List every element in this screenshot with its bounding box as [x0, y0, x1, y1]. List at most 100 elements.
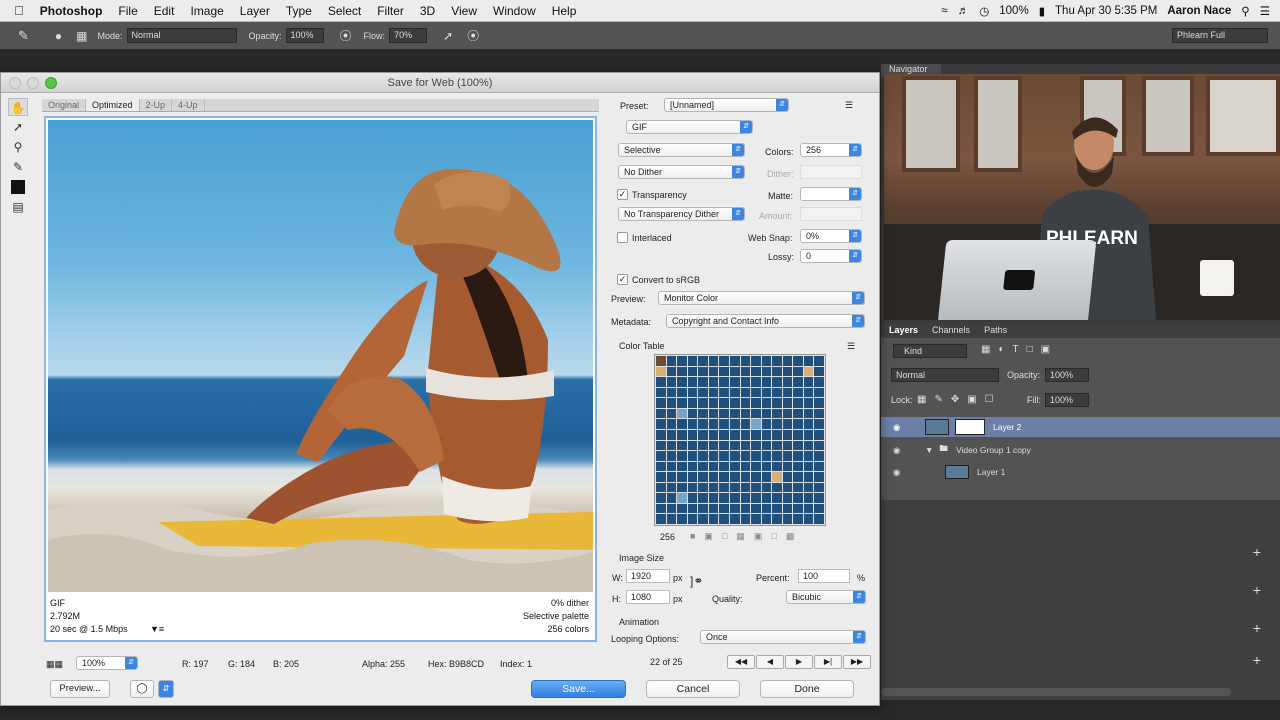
- color-swatch[interactable]: [751, 472, 761, 482]
- color-swatch[interactable]: [656, 356, 666, 366]
- color-swatch[interactable]: [656, 387, 666, 398]
- add-panel-icon[interactable]: +: [1250, 652, 1264, 668]
- color-swatch[interactable]: [656, 472, 666, 482]
- color-swatch[interactable]: [782, 461, 793, 472]
- color-swatch[interactable]: [666, 356, 677, 366]
- download-speed-menu-icon[interactable]: ▼≡: [150, 624, 164, 634]
- color-swatch[interactable]: [708, 482, 719, 493]
- color-swatch[interactable]: [761, 366, 772, 377]
- color-swatch[interactable]: [803, 503, 814, 514]
- color-swatch[interactable]: [740, 514, 751, 524]
- color-swatch[interactable]: [814, 366, 824, 377]
- color-swatch[interactable]: [782, 366, 793, 377]
- color-swatch[interactable]: [729, 356, 740, 366]
- color-swatch[interactable]: [698, 366, 708, 377]
- info-download-time[interactable]: 20 sec @ 1.5 Mbps: [50, 624, 128, 634]
- color-swatch[interactable]: [729, 472, 740, 482]
- color-swatch[interactable]: [708, 472, 719, 482]
- color-swatch[interactable]: [782, 451, 793, 461]
- color-swatch[interactable]: [761, 429, 772, 440]
- percent-field[interactable]: 100: [798, 569, 850, 583]
- color-swatch[interactable]: [751, 356, 761, 366]
- next-frame-button[interactable]: ▶|: [814, 655, 842, 669]
- color-swatch[interactable]: [761, 408, 772, 419]
- width-field[interactable]: 1920: [626, 569, 670, 583]
- slice-select-tool-icon[interactable]: ➚: [8, 118, 28, 136]
- color-swatch[interactable]: [782, 408, 793, 419]
- height-field[interactable]: 1080: [626, 590, 670, 604]
- color-swatch[interactable]: [793, 356, 803, 366]
- color-swatch[interactable]: [782, 472, 793, 482]
- color-swatch[interactable]: [740, 398, 751, 408]
- color-swatch[interactable]: [740, 503, 751, 514]
- layer-mask-thumbnail[interactable]: [955, 419, 985, 435]
- color-swatch[interactable]: [677, 387, 687, 398]
- color-swatch[interactable]: [666, 503, 677, 514]
- color-swatch[interactable]: [677, 503, 687, 514]
- color-swatch[interactable]: [656, 440, 666, 451]
- color-swatch[interactable]: [729, 440, 740, 451]
- first-frame-button[interactable]: ◀◀: [727, 655, 755, 669]
- color-swatch[interactable]: [698, 472, 708, 482]
- color-swatch[interactable]: [751, 451, 761, 461]
- color-swatch[interactable]: [814, 482, 824, 493]
- color-table-menu-icon[interactable]: ☰: [847, 341, 855, 352]
- color-swatch[interactable]: [708, 503, 719, 514]
- color-swatch[interactable]: [793, 419, 803, 429]
- color-swatch[interactable]: [803, 398, 814, 408]
- color-swatch[interactable]: [782, 429, 793, 440]
- color-swatch[interactable]: [782, 503, 793, 514]
- color-swatch[interactable]: [782, 398, 793, 408]
- toggle-slices-icon[interactable]: ▤: [8, 198, 28, 216]
- color-swatch[interactable]: [708, 366, 719, 377]
- color-swatch[interactable]: [698, 356, 708, 366]
- color-swatch[interactable]: [793, 482, 803, 493]
- color-swatch[interactable]: [729, 377, 740, 387]
- colors-field[interactable]: 256 ⇵: [800, 143, 862, 157]
- play-button[interactable]: ▶: [785, 655, 813, 669]
- color-swatch[interactable]: [740, 493, 751, 503]
- eye-icon[interactable]: ◉: [893, 422, 911, 433]
- color-swatch[interactable]: [772, 429, 782, 440]
- color-swatch[interactable]: [740, 408, 751, 419]
- blend-mode-select[interactable]: Normal: [891, 368, 999, 382]
- color-swatch[interactable]: [793, 398, 803, 408]
- color-swatch[interactable]: [782, 356, 793, 366]
- fill-field[interactable]: 100%: [1045, 393, 1089, 407]
- flow-field[interactable]: 70%: [389, 28, 428, 43]
- color-swatch[interactable]: [677, 472, 687, 482]
- color-swatch[interactable]: [687, 451, 698, 461]
- color-swatch[interactable]: [740, 429, 751, 440]
- menu-help[interactable]: Help: [544, 4, 585, 18]
- color-swatch[interactable]: [687, 419, 698, 429]
- hand-tool-icon[interactable]: ✋: [8, 98, 28, 116]
- color-swatch[interactable]: [740, 451, 751, 461]
- color-swatch[interactable]: [708, 398, 719, 408]
- color-swatch[interactable]: [751, 408, 761, 419]
- notification-list-icon[interactable]: ☰: [1260, 4, 1270, 18]
- workspace-select[interactable]: Phlearn Full: [1172, 28, 1268, 43]
- color-swatch[interactable]: [719, 472, 729, 482]
- close-button[interactable]: [9, 77, 21, 89]
- color-swatch[interactable]: [656, 398, 666, 408]
- color-swatch[interactable]: [687, 493, 698, 503]
- color-swatch[interactable]: [803, 461, 814, 472]
- color-swatch[interactable]: [814, 387, 824, 398]
- disclosure-triangle-icon[interactable]: ▼: [925, 445, 933, 455]
- pressure-opacity-icon[interactable]: ⦿: [340, 27, 352, 44]
- color-swatch[interactable]: [687, 514, 698, 524]
- color-swatch[interactable]: [740, 387, 751, 398]
- color-swatch[interactable]: [708, 356, 719, 366]
- color-swatch[interactable]: [729, 366, 740, 377]
- color-swatch[interactable]: [793, 377, 803, 387]
- layer-filter-icons[interactable]: ▦◐T□▣: [981, 344, 1058, 355]
- color-swatch[interactable]: [803, 429, 814, 440]
- menu-file[interactable]: File: [110, 4, 145, 18]
- tab-optimized[interactable]: Optimized: [86, 99, 140, 111]
- metadata-select[interactable]: Copyright and Contact Info ⇵: [666, 314, 865, 328]
- color-swatch[interactable]: [698, 461, 708, 472]
- volume-icon[interactable]: ♬: [958, 5, 970, 17]
- looping-select[interactable]: Once ⇵: [700, 630, 866, 644]
- color-swatch[interactable]: [729, 461, 740, 472]
- color-swatch[interactable]: [677, 356, 687, 366]
